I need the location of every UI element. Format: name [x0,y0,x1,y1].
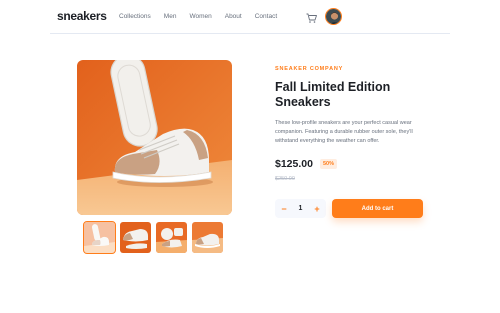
quantity-value: 1 [298,205,303,212]
thumbnail-2[interactable] [120,222,151,253]
minus-icon[interactable]: − [279,204,289,214]
thumbnail-3[interactable] [156,222,187,253]
product-main-image[interactable] [77,60,232,215]
quantity-stepper: − 1 + [275,199,326,218]
product-title: Fall Limited Edition Sneakers [275,80,391,109]
thumbnail-strip [83,221,223,254]
logo[interactable]: sneakers [57,9,107,23]
nav-item-men[interactable]: Men [164,13,177,20]
thumbnail-1[interactable] [83,221,116,254]
nav-item-women[interactable]: Women [189,13,211,20]
current-price: $125.00 [275,158,313,170]
original-price: $250.00 [275,176,295,182]
price-row: $125.00 50% [275,158,337,170]
avatar[interactable] [325,8,342,25]
nav-item-collections[interactable]: Collections [119,13,151,20]
main-nav: Collections Men Women About Contact [119,13,277,20]
plus-icon[interactable]: + [312,204,322,214]
product-page: sneakers Collections Men Women About Con… [0,0,500,313]
product-description: These low-profile sneakers are your perf… [275,120,413,144]
nav-item-contact[interactable]: Contact [255,13,277,20]
nav-item-about[interactable]: About [225,13,242,20]
thumbnail-4[interactable] [192,222,223,253]
company-name: SNEAKER COMPANY [275,66,344,72]
add-to-cart-button[interactable]: Add to cart [332,199,423,218]
discount-badge: 50% [319,159,337,169]
cart-icon[interactable] [306,11,317,23]
